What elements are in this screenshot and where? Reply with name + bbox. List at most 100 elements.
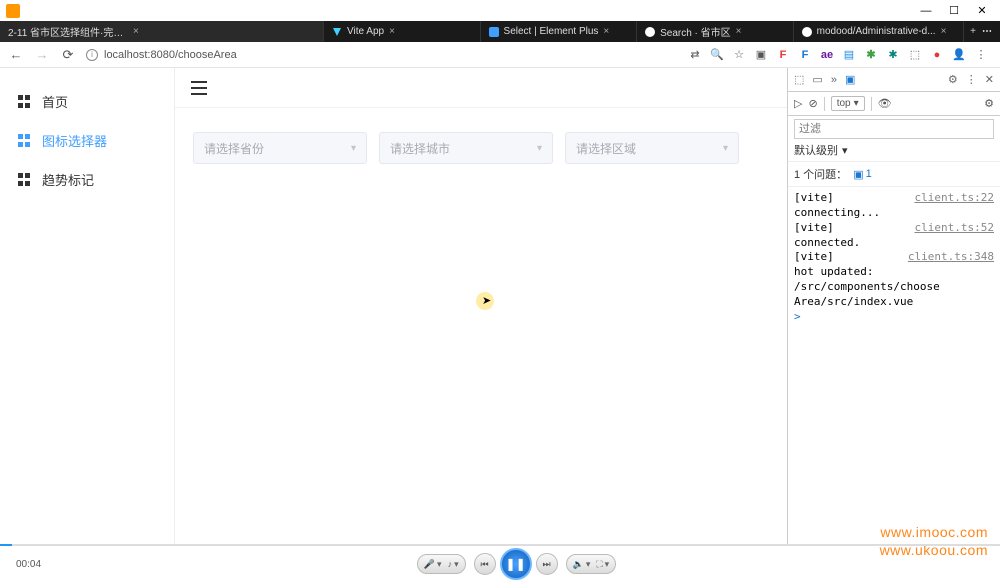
- translate-icon[interactable]: ⇄: [688, 48, 702, 62]
- window-titlebar: — ☐ ✕: [0, 0, 1000, 21]
- tab-close-icon[interactable]: ×: [736, 26, 742, 37]
- log-level-selector[interactable]: 默认级别▾: [788, 139, 1000, 161]
- maximize-button[interactable]: ☐: [940, 2, 968, 20]
- mic-button[interactable]: 🎤▾: [424, 559, 442, 570]
- extension-icons: ⇄ 🔍 ☆ ▣ F F ae ▤ ✱ ✱ ⬚ ● 👤 ⋮: [688, 48, 992, 62]
- ext-icon[interactable]: ae: [820, 48, 834, 62]
- grid-icon: [18, 95, 32, 109]
- audio-button[interactable]: ♪▾: [448, 559, 459, 570]
- clear-icon[interactable]: ⊘: [808, 97, 817, 110]
- browser-tab[interactable]: Select | Element Plus ×: [481, 21, 638, 42]
- grid-icon: [18, 173, 32, 187]
- github-icon: [645, 27, 655, 37]
- console-output: [vite]client.ts:22 connecting... [vite]c…: [788, 187, 1000, 329]
- source-link[interactable]: client.ts:22: [915, 191, 994, 206]
- device-icon[interactable]: ▭: [812, 73, 822, 86]
- city-select[interactable]: 请选择城市 ▾: [379, 132, 553, 164]
- province-select[interactable]: 请选择省份 ▾: [193, 132, 367, 164]
- tab-close-icon[interactable]: ×: [133, 26, 139, 37]
- left-control-pill: 🎤▾ ♪▾: [417, 554, 466, 574]
- sidebar-item-label: 首页: [42, 92, 68, 111]
- issues-bar[interactable]: 1 个问题： ▣ 1: [788, 161, 1000, 187]
- prev-button[interactable]: ⏮: [474, 553, 496, 575]
- right-control-pill: 🔈▾ ⛶▾: [566, 554, 617, 574]
- devtools-controlbar: ▷ ⊘ top▾ 👁 ⚙: [788, 92, 1000, 116]
- current-time: 00:04: [16, 559, 41, 570]
- tab-close-icon[interactable]: ×: [941, 26, 947, 37]
- url-field[interactable]: i localhost:8080/chooseArea: [86, 49, 678, 61]
- console-prompt[interactable]: >: [794, 310, 994, 325]
- minimize-button[interactable]: —: [912, 2, 940, 20]
- app-sidebar: 首页 图标选择器 趋势标记: [0, 68, 175, 545]
- devtools-more-icon[interactable]: ⋮: [966, 73, 977, 86]
- devtools-close-icon[interactable]: ✕: [985, 73, 994, 86]
- profile-icon[interactable]: 👤: [952, 48, 966, 62]
- devtools-filter-row: [788, 116, 1000, 139]
- chevron-down-icon: ▾: [351, 143, 356, 154]
- sidebar-item-trend[interactable]: 趋势标记: [0, 160, 174, 199]
- console-settings-gear-icon[interactable]: ⚙: [984, 97, 994, 110]
- chevron-down-icon: ▾: [723, 143, 728, 154]
- browser-tab[interactable]: Vite App ×: [324, 21, 481, 42]
- tab-label: Vite App: [347, 26, 384, 37]
- close-window-button[interactable]: ✕: [968, 2, 996, 20]
- tab-label: Select | Element Plus: [504, 26, 599, 37]
- tab-label: 2-11 省市区选择组件·完善省市区联动组件并给父组件分发事件: [8, 24, 128, 39]
- back-button[interactable]: ←: [8, 47, 24, 63]
- play-icon[interactable]: ▷: [794, 97, 802, 110]
- new-tab-button[interactable]: +: [964, 21, 982, 42]
- context-selector[interactable]: top▾: [831, 96, 865, 111]
- ext-icon[interactable]: F: [776, 48, 790, 62]
- inspect-icon[interactable]: ⬚: [794, 73, 804, 86]
- sidebar-item-icon-picker[interactable]: 图标选择器: [0, 121, 174, 160]
- grid-icon: [18, 134, 32, 148]
- volume-button[interactable]: 🔈▾: [573, 559, 591, 570]
- tabstrip-overflow-icon[interactable]: ⋯: [982, 26, 992, 37]
- browser-menu-icon[interactable]: ⋮: [974, 48, 988, 62]
- browser-addressbar: ← → ⟳ i localhost:8080/chooseArea ⇄ 🔍 ☆ …: [0, 42, 1000, 68]
- district-select[interactable]: 请选择区域 ▾: [565, 132, 739, 164]
- forward-button[interactable]: →: [34, 47, 50, 63]
- source-link[interactable]: client.ts:52: [915, 221, 994, 236]
- issues-badge: ▣ 1: [853, 168, 872, 181]
- video-controls: 00:04 🎤▾ ♪▾ ⏮ ❚❚ ⏭ 🔈▾ ⛶▾: [0, 546, 1000, 582]
- devtools-overflow-icon[interactable]: »: [831, 74, 837, 86]
- sidebar-item-home[interactable]: 首页: [0, 82, 174, 121]
- settings-gear-icon[interactable]: ⚙: [948, 73, 958, 86]
- source-link[interactable]: client.ts:348: [908, 250, 994, 265]
- ext-icon[interactable]: ✱: [886, 48, 900, 62]
- watermark-text: www.imooc.com: [880, 524, 988, 540]
- bookmark-star-icon[interactable]: ☆: [732, 48, 746, 62]
- next-button[interactable]: ⏭: [536, 553, 558, 575]
- folder-ext-icon[interactable]: ▣: [754, 48, 768, 62]
- sidebar-item-label: 图标选择器: [42, 131, 107, 150]
- select-placeholder: 请选择省份: [204, 140, 264, 157]
- reload-button[interactable]: ⟳: [60, 47, 76, 63]
- search-ext-icon[interactable]: 🔍: [710, 48, 724, 62]
- play-pause-button[interactable]: ❚❚: [500, 548, 532, 580]
- ext-icon[interactable]: ⬚: [908, 48, 922, 62]
- devtools-tabbar: ⬚ ▭ » ▣ ⚙ ⋮ ✕: [788, 68, 1000, 92]
- element-icon: [489, 27, 499, 37]
- issues-label: 1 个问题：: [794, 166, 847, 182]
- ext-icon[interactable]: ●: [930, 48, 944, 62]
- ext-icon[interactable]: F: [798, 48, 812, 62]
- ext-icon[interactable]: ✱: [864, 48, 878, 62]
- fullscreen-button[interactable]: ⛶▾: [596, 559, 609, 570]
- browser-tabstrip: 2-11 省市区选择组件·完善省市区联动组件并给父组件分发事件 × Vite A…: [0, 21, 1000, 42]
- browser-tab[interactable]: modood/Administrative-d... ×: [794, 21, 965, 42]
- site-info-icon[interactable]: i: [86, 49, 98, 61]
- browser-tab[interactable]: Search · 省市区 ×: [637, 21, 794, 42]
- filter-input[interactable]: [794, 119, 994, 139]
- message-icon[interactable]: ▣: [845, 73, 855, 86]
- browser-tab[interactable]: 2-11 省市区选择组件·完善省市区联动组件并给父组件分发事件 ×: [0, 21, 324, 42]
- chevron-down-icon: ▾: [537, 143, 542, 154]
- collapse-sidebar-button[interactable]: [191, 81, 207, 95]
- tab-close-icon[interactable]: ×: [389, 26, 395, 37]
- tab-label: Search · 省市区: [660, 24, 731, 39]
- eye-icon[interactable]: 👁: [878, 97, 892, 110]
- cursor-icon: ➤: [482, 294, 491, 307]
- tab-close-icon[interactable]: ×: [603, 26, 609, 37]
- ext-icon[interactable]: ▤: [842, 48, 856, 62]
- content-body: 请选择省份 ▾ 请选择城市 ▾ 请选择区域 ▾: [175, 108, 787, 188]
